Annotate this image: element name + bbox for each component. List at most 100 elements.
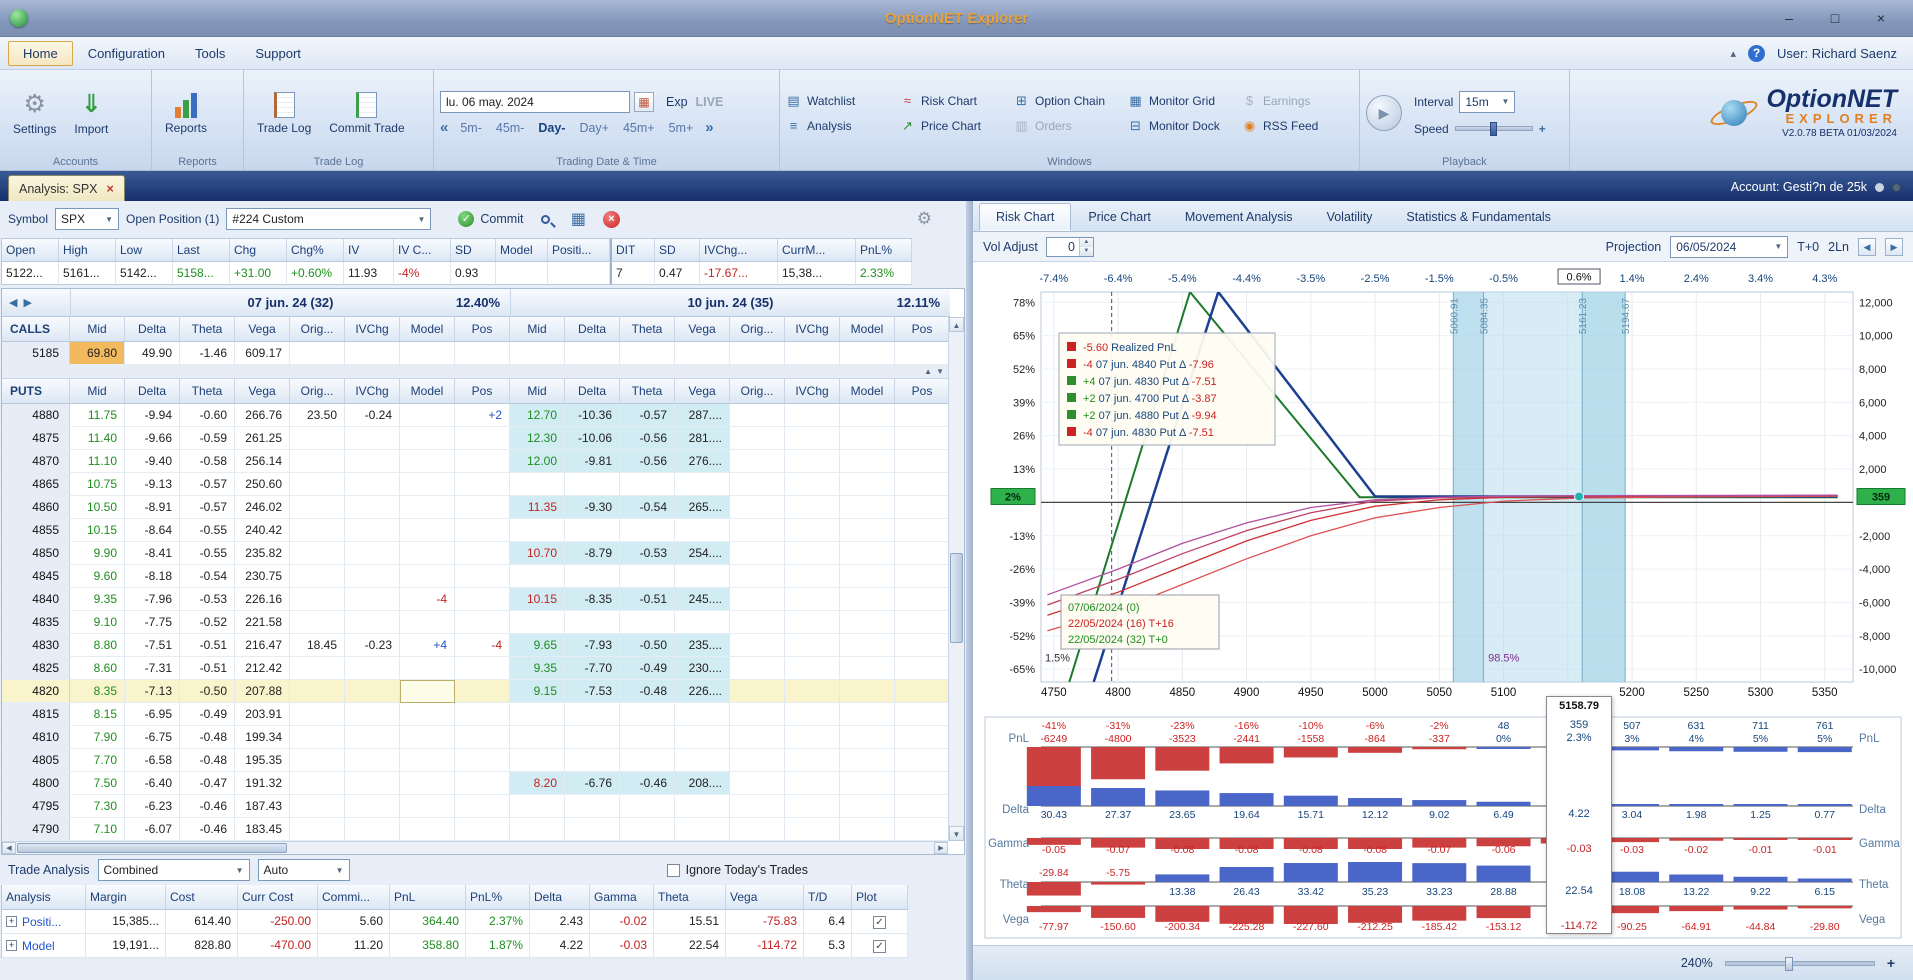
chain-cell[interactable]: -8.91 [125, 496, 180, 519]
chain-cell[interactable] [730, 404, 785, 427]
chain-cell[interactable] [290, 342, 345, 365]
chain-cell[interactable] [345, 450, 400, 473]
zoom-slider[interactable] [1724, 956, 1875, 971]
analysis-header-cost[interactable]: Cost [166, 885, 238, 910]
speed-slider-thumb[interactable] [1489, 122, 1497, 136]
time-step-5m[interactable]: 5m+ [669, 121, 694, 135]
time-step-5m[interactable]: 5m- [460, 121, 482, 135]
chain-cell[interactable] [400, 542, 455, 565]
chain-cell[interactable] [290, 427, 345, 450]
projection-date-select[interactable]: 06/05/2024 ▼ [1670, 235, 1789, 258]
fast-forward-icon[interactable]: » [705, 120, 713, 135]
puts-row[interactable]: 4810 7.90 -6.75 -0.48 199.34 [2, 726, 950, 749]
chain-cell[interactable]: 230.75 [235, 565, 290, 588]
chain-cell[interactable]: 8.35 [70, 680, 125, 703]
chain-cell[interactable] [565, 795, 620, 818]
windows-item-price-chart[interactable]: ↗ Price Chart [900, 118, 1012, 134]
scroll-down-icon[interactable]: ▼ [936, 365, 944, 378]
chain-cell[interactable] [785, 473, 840, 496]
chain-cell[interactable] [895, 427, 950, 450]
chain-cell[interactable]: 187.43 [235, 795, 290, 818]
chain-cell[interactable]: -0.58 [180, 450, 235, 473]
chain-cell[interactable] [675, 611, 730, 634]
chain-cell[interactable]: 9.60 [70, 565, 125, 588]
col-header-delta[interactable]: Delta [125, 379, 180, 404]
col-header-pos[interactable]: Pos [455, 317, 510, 342]
chain-cell[interactable] [290, 772, 345, 795]
chain-cell[interactable]: 12.70 [510, 404, 565, 427]
col-header-vega[interactable]: Vega [235, 317, 290, 342]
chain-cell[interactable]: -0.59 [180, 427, 235, 450]
chain-cell[interactable] [730, 726, 785, 749]
chain-cell[interactable] [510, 565, 565, 588]
chain-cell[interactable] [400, 427, 455, 450]
chain-cell[interactable] [840, 611, 895, 634]
chain-cell[interactable] [290, 611, 345, 634]
chain-cell[interactable]: 221.58 [235, 611, 290, 634]
close-position-icon[interactable]: × [602, 210, 620, 228]
minimize-icon[interactable]: – [1775, 10, 1803, 26]
stats-header-ivchg[interactable]: IVChg... [700, 239, 778, 262]
chain-cell[interactable] [510, 611, 565, 634]
chain-cell[interactable]: -0.51 [180, 634, 235, 657]
chain-cell[interactable] [400, 450, 455, 473]
scroll-left-icon[interactable]: ◀ [2, 842, 16, 854]
chain-cell[interactable] [620, 726, 675, 749]
chain-cell[interactable] [675, 795, 730, 818]
chain-cell[interactable] [840, 473, 895, 496]
chain-cell[interactable]: -0.46 [180, 795, 235, 818]
chain-cell[interactable]: 12.30 [510, 427, 565, 450]
analysis-header-curr-cost[interactable]: Curr Cost [238, 885, 318, 910]
grid-view-icon[interactable]: ▦ [567, 208, 589, 230]
chain-cell[interactable]: 254.... [675, 542, 730, 565]
chain-cell[interactable] [730, 342, 785, 365]
zoom-slider-thumb[interactable] [1785, 956, 1793, 971]
chain-cell[interactable]: -0.48 [180, 749, 235, 772]
puts-row[interactable]: 4875 11.40 -9.66 -0.59 261.25 12.30 -10.06 -0.5… [2, 427, 950, 450]
chain-cell[interactable] [785, 680, 840, 703]
chain-cell[interactable] [290, 542, 345, 565]
chain-cell[interactable] [565, 342, 620, 365]
puts-row[interactable]: 4880 11.75 -9.94 -0.60 266.76 23.50 -0.24 +2 12.… [2, 404, 950, 427]
analysis-header-t-d[interactable]: T/D [804, 885, 852, 910]
chain-cell[interactable] [345, 496, 400, 519]
analysis-header-analysis[interactable]: Analysis [2, 885, 86, 910]
chain-cell[interactable] [730, 588, 785, 611]
chain-cell[interactable] [895, 588, 950, 611]
chain-cell[interactable] [345, 818, 400, 841]
chain-cell[interactable] [730, 795, 785, 818]
chain-cell[interactable] [675, 818, 730, 841]
chain-cell[interactable] [895, 795, 950, 818]
analysis-header-commi[interactable]: Commi... [318, 885, 390, 910]
menu-item-configuration[interactable]: Configuration [73, 41, 180, 66]
puts-row[interactable]: 4830 8.80 -7.51 -0.51 216.47 18.45 -0.23 +4 -4 9.… [2, 634, 950, 657]
chain-cell[interactable] [455, 772, 510, 795]
col-header-theta[interactable]: Theta [180, 317, 235, 342]
chain-cell[interactable]: +2 [455, 404, 510, 427]
speed-slider[interactable] [1454, 122, 1533, 136]
chain-cell[interactable]: 8.80 [70, 634, 125, 657]
chain-cell[interactable] [455, 611, 510, 634]
close-icon[interactable]: × [1867, 10, 1895, 26]
chain-cell[interactable]: -0.56 [620, 450, 675, 473]
chain-cell[interactable]: 18.45 [290, 634, 345, 657]
chain-cell[interactable] [840, 818, 895, 841]
chain-cell[interactable]: 250.60 [235, 473, 290, 496]
chain-cell[interactable] [455, 749, 510, 772]
chain-cell[interactable] [895, 342, 950, 365]
chain-cell[interactable] [565, 749, 620, 772]
tab-price-chart[interactable]: Price Chart [1071, 203, 1168, 231]
chain-cell[interactable]: -7.53 [565, 680, 620, 703]
chain-cell[interactable] [290, 726, 345, 749]
position-select[interactable]: #224 Custom ▼ [226, 208, 432, 230]
chain-cell[interactable] [345, 542, 400, 565]
chain-cell[interactable] [840, 703, 895, 726]
chain-cell[interactable]: 8.20 [510, 772, 565, 795]
chain-cell[interactable] [730, 703, 785, 726]
collapse-ribbon-icon[interactable]: ▴ [1731, 47, 1737, 60]
strike-cell[interactable]: 4835 [2, 611, 70, 634]
chain-cell[interactable] [840, 450, 895, 473]
chain-cell[interactable] [895, 726, 950, 749]
chain-cell[interactable] [785, 657, 840, 680]
chain-cell[interactable]: 8.15 [70, 703, 125, 726]
